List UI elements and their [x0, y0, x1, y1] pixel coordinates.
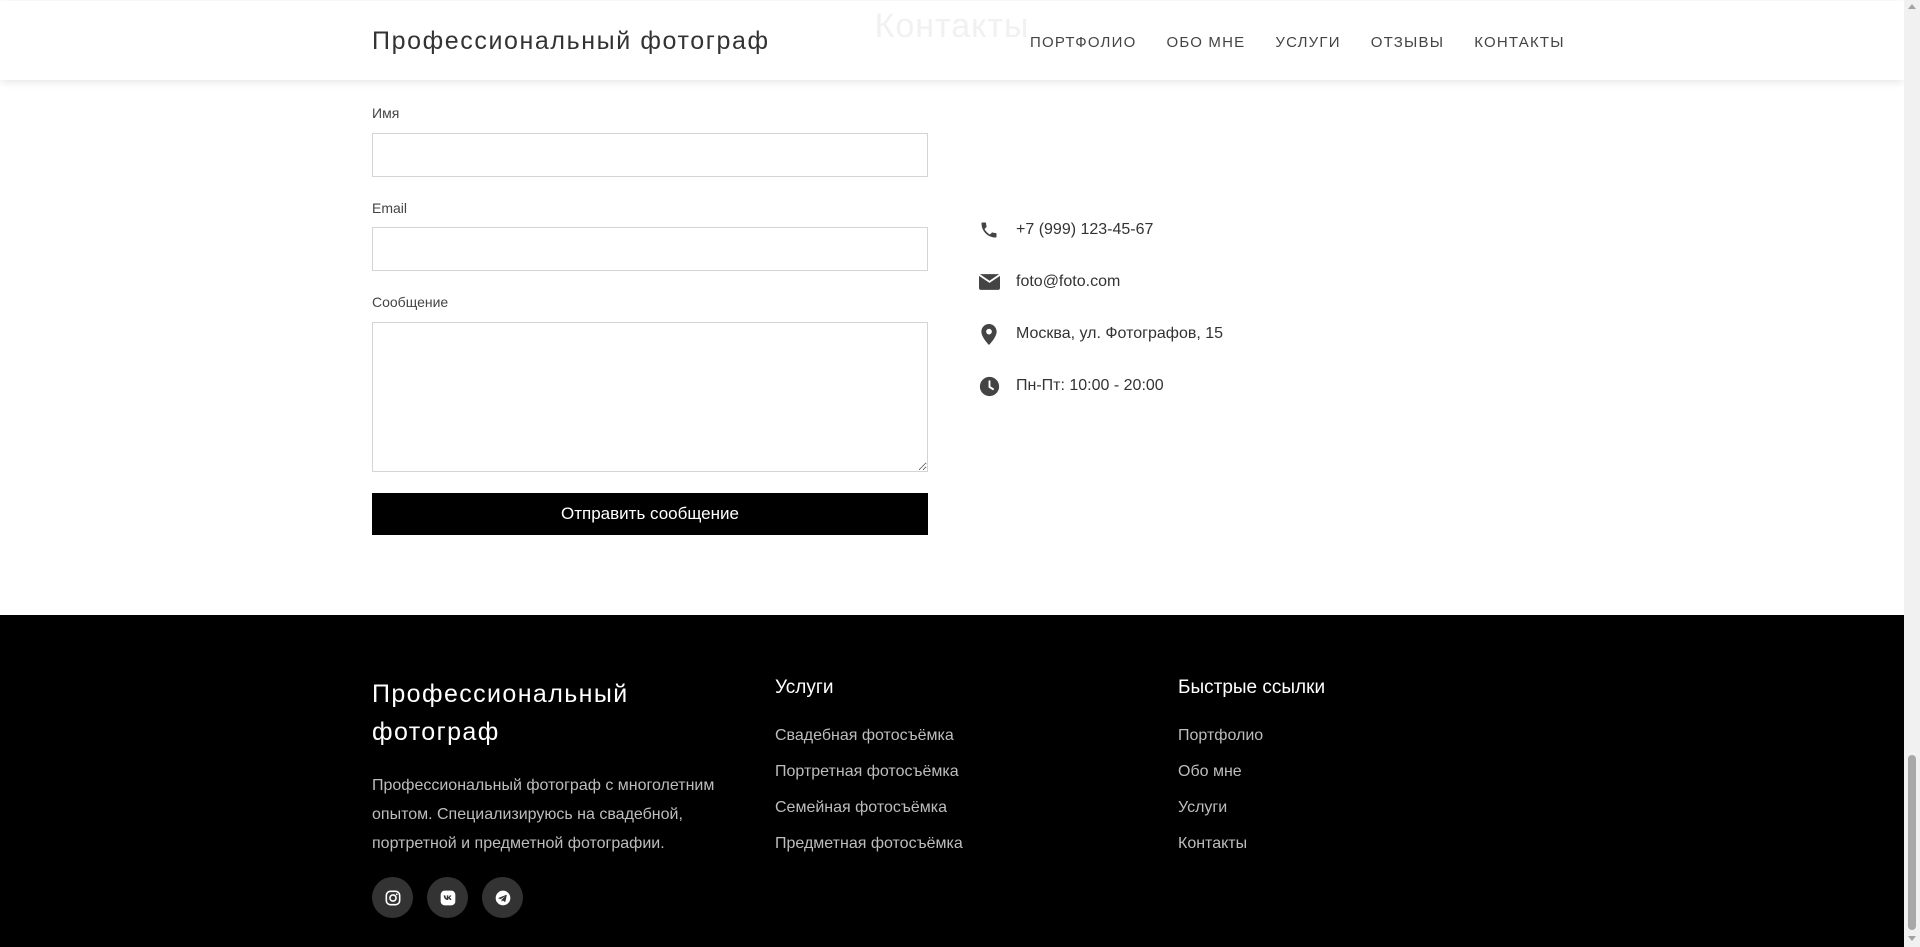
- site-header: Контакты Профессиональный фотограф Портф…: [0, 1, 1904, 80]
- envelope-icon: [978, 271, 1000, 293]
- scroll-up-arrow-icon[interactable]: [1908, 4, 1916, 9]
- footer-service-product[interactable]: Предметная фотосъёмка: [775, 835, 963, 871]
- main-nav: Портфолио Обо мне Услуги Отзывы Контакты: [1030, 34, 1595, 51]
- clock-icon: [978, 375, 1000, 397]
- contact-email: foto@foto.com: [978, 271, 1120, 293]
- nav-link-contacts[interactable]: Контакты: [1474, 34, 1565, 51]
- contact-address-text: Москва, ул. Фотографов, 15: [1016, 325, 1224, 342]
- contact-phone-text[interactable]: +7 (999) 123-45-67: [1016, 221, 1153, 239]
- map-pin-icon: [978, 323, 1000, 345]
- footer-description: Профессиональный фотограф с многолетним …: [372, 777, 715, 852]
- footer-service-wedding[interactable]: Свадебная фотосъёмка: [775, 727, 963, 763]
- footer-link-portfolio[interactable]: Портфолио: [1178, 727, 1263, 763]
- nav-link-services[interactable]: Услуги: [1275, 34, 1340, 51]
- email-label: Email: [372, 200, 408, 216]
- phone-icon: [978, 219, 1000, 241]
- contact-email-text[interactable]: foto@foto.com: [1016, 273, 1120, 291]
- name-label: Имя: [372, 105, 400, 121]
- footer-service-family[interactable]: Семейная фотосъёмка: [775, 799, 963, 835]
- submit-button[interactable]: Отправить сообщение: [372, 493, 928, 535]
- footer-services-list: Свадебная фотосъёмка Портретная фотосъём…: [775, 727, 963, 871]
- message-label: Сообщение: [372, 294, 449, 310]
- footer-services-title: Услуги: [775, 677, 834, 698]
- social-links: [372, 877, 537, 918]
- footer-brand: Профессиональный фотограф: [372, 680, 629, 746]
- nav-link-about[interactable]: Обо мне: [1166, 34, 1245, 51]
- site-footer: Профессиональный фотограф Профессиональн…: [0, 615, 1904, 947]
- section-title-ghost: Контакты: [874, 7, 1030, 45]
- scroll-down-arrow-icon[interactable]: [1908, 936, 1916, 941]
- footer-links-title: Быстрые ссылки: [1178, 677, 1326, 698]
- vk-icon[interactable]: [427, 877, 468, 918]
- footer-link-contacts[interactable]: Контакты: [1178, 835, 1263, 871]
- contact-hours: Пн-Пт: 10:00 - 20:00: [978, 375, 1164, 397]
- telegram-icon[interactable]: [482, 877, 523, 918]
- site-logo[interactable]: Профессиональный фотограф: [372, 27, 770, 56]
- name-input[interactable]: [372, 133, 928, 177]
- page-scrollbar[interactable]: [1904, 0, 1920, 947]
- instagram-icon[interactable]: [372, 877, 413, 918]
- footer-link-services[interactable]: Услуги: [1178, 799, 1263, 835]
- footer-service-portrait[interactable]: Портретная фотосъёмка: [775, 763, 963, 799]
- email-input[interactable]: [372, 227, 928, 271]
- contact-phone: +7 (999) 123-45-67: [978, 219, 1153, 241]
- contact-hours-text: Пн-Пт: 10:00 - 20:00: [1016, 377, 1164, 394]
- message-textarea[interactable]: [372, 322, 928, 472]
- page: Контакты Профессиональный фотограф Портф…: [0, 0, 1904, 947]
- footer-link-about[interactable]: Обо мне: [1178, 763, 1263, 799]
- contact-address: Москва, ул. Фотографов, 15: [978, 323, 1223, 345]
- footer-links-list: Портфолио Обо мне Услуги Контакты: [1178, 727, 1263, 871]
- scrollbar-thumb[interactable]: [1908, 755, 1916, 930]
- nav-link-portfolio[interactable]: Портфолио: [1030, 34, 1136, 51]
- nav-link-reviews[interactable]: Отзывы: [1371, 34, 1444, 51]
